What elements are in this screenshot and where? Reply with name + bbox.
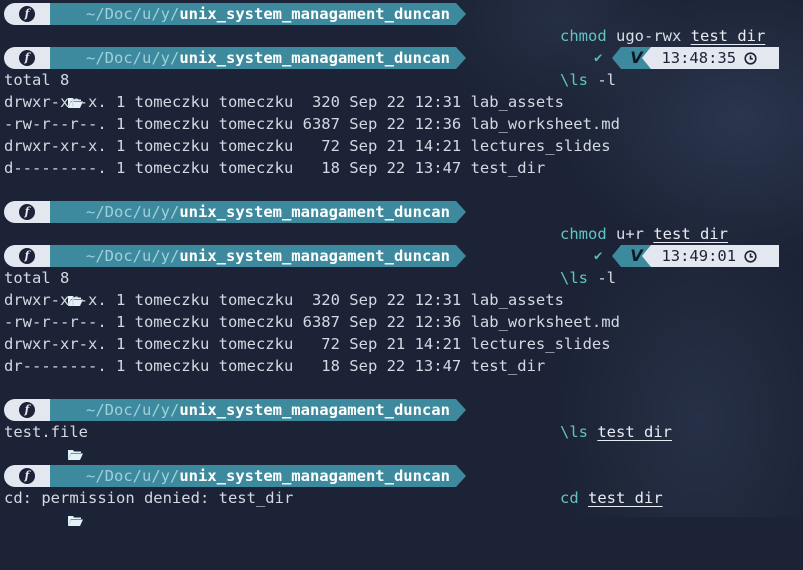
error-output-line: cd: permission denied: test_dir xyxy=(4,489,294,507)
right-prompt-1: ✔ V 13:48:35 xyxy=(594,47,780,69)
clock-icon xyxy=(744,51,757,65)
fedora-icon: f xyxy=(19,248,35,264)
path-bold: unix_system_managament_duncan xyxy=(179,5,450,23)
command-3: chmod u+r test_dir xyxy=(504,201,728,243)
folder-open-icon xyxy=(68,471,83,526)
ls-output-line: drwxr-xr-x. 1 tomeczku tomeczku 320 Sep … xyxy=(4,93,564,111)
path-dim: ~/Doc/u/y/ xyxy=(86,203,180,221)
path-segment: ~/Doc/u/y/unix_system_managament_duncan xyxy=(50,47,466,108)
ls-output-line: drwxr-xr-x. 1 tomeczku tomeczku 320 Sep … xyxy=(4,291,564,309)
prompt-line-6: f ~/Doc/u/y/unix_system_managament_dunca… xyxy=(4,465,803,526)
ls-output-line: dr--------. 1 tomeczku tomeczku 18 Sep 2… xyxy=(4,357,546,375)
os-segment: f xyxy=(4,399,59,421)
ls-output-line: -rw-r--r--. 1 tomeczku tomeczku 6387 Sep… xyxy=(4,115,620,133)
folder-open-icon xyxy=(68,207,83,262)
prompt-line-4: f ~/Doc/u/y/unix_system_managament_dunca… xyxy=(4,245,803,306)
prompt-line-3: f ~/Doc/u/y/unix_system_managament_dunca… xyxy=(4,201,803,262)
path-bold: unix_system_managament_duncan xyxy=(179,247,450,265)
command-6: cd test_dir xyxy=(504,465,663,507)
path-bold: unix_system_managament_duncan xyxy=(179,203,450,221)
time-badge: 13:49:01 xyxy=(651,245,780,267)
command-target[interactable]: test_dir xyxy=(653,225,728,243)
folder-open-icon xyxy=(68,405,83,460)
fedora-icon: f xyxy=(19,468,35,484)
path-segment: ~/Doc/u/y/unix_system_managament_duncan xyxy=(50,201,466,262)
ls-output-line: drwxr-xr-x. 1 tomeczku tomeczku 72 Sep 2… xyxy=(4,335,611,353)
time-text: 13:48:35 xyxy=(661,49,737,67)
command-1: chmod ugo-rwx test_dir xyxy=(504,3,765,45)
os-segment: f xyxy=(4,47,59,69)
check-icon: ✔ xyxy=(594,248,603,264)
path-segment: ~/Doc/u/y/unix_system_managament_duncan xyxy=(50,245,466,306)
command-name: chmod xyxy=(560,225,607,243)
os-segment: f xyxy=(4,3,59,25)
prompt-line-2: f ~/Doc/u/y/unix_system_managament_dunca… xyxy=(4,47,803,108)
fedora-icon: f xyxy=(19,6,35,22)
folder-open-icon xyxy=(68,9,83,64)
os-segment: f xyxy=(4,201,59,223)
time-badge: 13:48:35 xyxy=(651,47,780,69)
path-dim: ~/Doc/u/y/ xyxy=(86,5,180,23)
ls-output-line: total 8 xyxy=(4,269,70,287)
path-bold: unix_system_managament_duncan xyxy=(179,49,450,67)
ls-output-line: total 8 xyxy=(4,71,70,89)
ls-output-line: test.file xyxy=(4,423,88,441)
path-segment: ~/Doc/u/y/unix_system_managament_duncan xyxy=(50,3,466,64)
path-segment: ~/Doc/u/y/unix_system_managament_duncan xyxy=(50,399,466,460)
path-dim: ~/Doc/u/y/ xyxy=(86,49,180,67)
os-segment: f xyxy=(4,465,59,487)
check-icon: ✔ xyxy=(594,50,603,66)
fedora-icon: f xyxy=(19,50,35,66)
clock-icon xyxy=(744,249,757,263)
os-segment: f xyxy=(4,245,59,267)
folder-open-icon xyxy=(68,53,83,108)
path-dim: ~/Doc/u/y/ xyxy=(86,467,180,485)
command-name: chmod xyxy=(560,27,607,45)
ls-output-line: -rw-r--r--. 1 tomeczku tomeczku 6387 Sep… xyxy=(4,313,620,331)
prompt-line-1: f ~/Doc/u/y/unix_system_managament_dunca… xyxy=(4,3,803,64)
path-dim: ~/Doc/u/y/ xyxy=(86,401,180,419)
command-args: ugo-rwx xyxy=(606,27,691,45)
path-bold: unix_system_managament_duncan xyxy=(179,467,450,485)
path-dim: ~/Doc/u/y/ xyxy=(86,247,180,265)
terminal[interactable]: f ~/Doc/u/y/unix_system_managament_dunca… xyxy=(0,0,803,526)
command-target[interactable]: test_dir xyxy=(691,27,766,45)
prompt-line-5: f ~/Doc/u/y/unix_system_managament_dunca… xyxy=(4,399,803,460)
path-segment: ~/Doc/u/y/unix_system_managament_duncan xyxy=(50,465,466,526)
folder-open-icon xyxy=(68,251,83,306)
time-text: 13:49:01 xyxy=(661,247,737,265)
path-bold: unix_system_managament_duncan xyxy=(179,401,450,419)
ls-output-line: drwxr-xr-x. 1 tomeczku tomeczku 72 Sep 2… xyxy=(4,137,611,155)
fedora-icon: f xyxy=(19,204,35,220)
command-5: \ls test_dir xyxy=(504,399,672,441)
right-prompt-2: ✔ V 13:49:01 xyxy=(594,245,780,267)
command-args: u+r xyxy=(606,225,654,243)
fedora-icon: f xyxy=(19,402,35,418)
ls-output-line: d---------. 1 tomeczku tomeczku 18 Sep 2… xyxy=(4,159,546,177)
